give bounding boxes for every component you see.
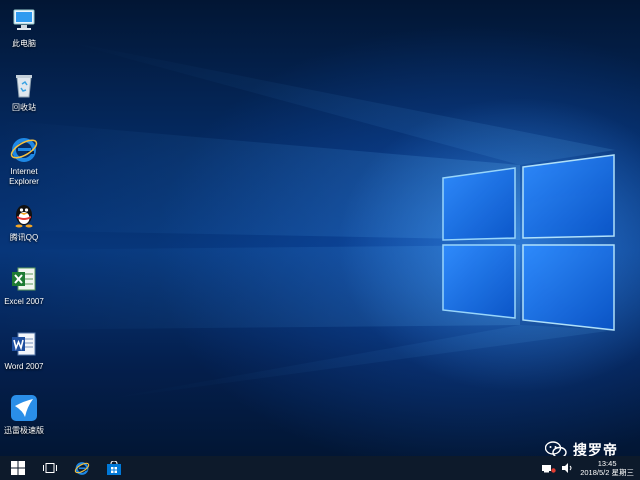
task-view-button[interactable] — [36, 456, 64, 480]
internet-explorer-icon — [74, 462, 90, 475]
desktop-icon-xunlei[interactable]: 迅雷极速版 — [0, 393, 50, 436]
desktop-icon-excel[interactable]: Excel 2007 — [0, 264, 50, 307]
desktop-icon-label: Excel 2007 — [4, 297, 44, 306]
desktop-icon-qq[interactable]: 腾讯QQ — [0, 200, 50, 243]
taskbar: 13:45 2018/5/2 星期三 — [0, 456, 640, 480]
windows-light-beams — [0, 40, 615, 400]
start-button[interactable] — [4, 456, 32, 480]
desktop-icon-label: 回收站 — [12, 103, 36, 112]
taskbar-store[interactable] — [100, 456, 128, 480]
desktop-icon-this-pc[interactable]: 此电脑 — [0, 6, 50, 49]
clock-time: 13:45 — [597, 459, 617, 468]
desktop-icon-label: 腾讯QQ — [9, 233, 39, 242]
desktop: 此电脑 回收站 Internet Explorer 腾讯QQ Excel 200… — [0, 0, 640, 456]
clock-date: 2018/5/2 星期三 — [580, 468, 634, 477]
desktop-icon-internet-explorer[interactable]: Internet Explorer — [0, 134, 50, 187]
task-view-icon — [43, 463, 57, 473]
recycle-bin-icon — [16, 75, 32, 98]
computer-icon — [13, 9, 35, 30]
windows-start-icon — [11, 461, 25, 475]
excel-icon — [12, 267, 36, 291]
word-icon — [12, 332, 36, 356]
store-icon — [107, 461, 121, 475]
desktop-icon-label: Word 2007 — [4, 362, 44, 371]
desktop-icon-label: Internet Explorer — [9, 167, 39, 186]
clock[interactable]: 13:45 2018/5/2 星期三 — [580, 459, 634, 477]
desktop-icon-recycle-bin[interactable]: 回收站 — [0, 70, 50, 113]
volume-control[interactable] — [562, 463, 574, 473]
speaker-icon — [562, 463, 572, 473]
taskbar-internet-explorer[interactable] — [68, 456, 96, 480]
network-icon — [542, 465, 556, 473]
desktop-icon-label: 迅雷极速版 — [4, 426, 44, 435]
desktop-icon-label: 此电脑 — [12, 39, 36, 48]
network-status[interactable] — [542, 463, 556, 473]
xunlei-icon — [11, 395, 37, 421]
desktop-icon-word[interactable]: Word 2007 — [0, 329, 50, 372]
qq-penguin-icon — [15, 205, 33, 228]
system-tray: 13:45 2018/5/2 星期三 — [542, 456, 634, 480]
internet-explorer-icon — [10, 138, 38, 162]
